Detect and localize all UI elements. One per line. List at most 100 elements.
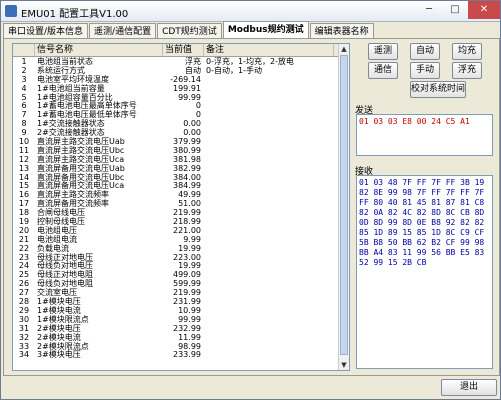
table-row[interactable]: 27 交流室电压 219.99 [13, 288, 349, 297]
equalize-button[interactable]: 均充 [452, 43, 482, 60]
row-index: 18 [18, 208, 30, 218]
row-current-value: 0.00 [183, 119, 201, 129]
window-title: EMU01 配置工具V1.00 [21, 9, 129, 20]
scroll-thumb[interactable] [340, 55, 348, 355]
receive-textbox[interactable]: 01 03 48 7F FF 7F FF 3B 19 82 8E 99 98 7… [356, 175, 493, 369]
row-index: 9 [21, 128, 27, 138]
table-row[interactable]: 6 1#蓄电池电压最高单体序号 0 [13, 101, 349, 111]
table-row[interactable]: 2 系统运行方式 自动 0-自动，1-手动 [13, 66, 349, 75]
row-index: 16 [18, 190, 30, 200]
manual-button[interactable]: 手动 [410, 62, 440, 79]
table-row[interactable]: 18 合闸母线电压 219.99 [13, 208, 349, 217]
row-remark [204, 350, 334, 359]
row-remark [204, 164, 334, 173]
table-row[interactable]: 23 母线正对地电压 223.00 [13, 253, 349, 262]
table-row[interactable]: 10 直流屏主路交流电压Uab 379.99 [13, 137, 349, 146]
row-current-value: 0 [195, 101, 201, 111]
row-index: 10 [18, 137, 30, 146]
row-index: 29 [18, 305, 30, 315]
row-index: 23 [18, 252, 30, 262]
row-index: 2 [21, 65, 27, 75]
row-remark [204, 119, 334, 128]
table-row[interactable]: 20 电池组电压 221.00 [13, 226, 349, 235]
row-current-value: 380.99 [173, 145, 201, 155]
table-row[interactable]: 34 3#模块电压 233.99 [13, 350, 349, 359]
row-index: 5 [21, 92, 27, 102]
table-row[interactable]: 8 1#交流接触器状态 0.00 [13, 119, 349, 128]
close-icon[interactable]: ✕ [468, 1, 500, 19]
row-remark [204, 199, 334, 208]
row-signal-name: 直流屏备用交流电压Uab [37, 163, 125, 173]
row-index: 27 [18, 288, 30, 298]
table-row[interactable]: 31 2#模块电压 232.99 [13, 324, 349, 333]
table-row[interactable]: 32 2#模块电流 11.99 [13, 333, 349, 342]
row-current-value: 381.98 [173, 154, 201, 164]
row-signal-name: 直流屏备用交流电压Ubc [37, 172, 125, 182]
row-current-value: 0.00 [183, 128, 201, 138]
table-row[interactable]: 25 母线正对地电阻 499.09 [13, 270, 349, 279]
table-row[interactable]: 5 1#电池组容量百分比 99.99 [13, 93, 349, 102]
exit-button[interactable]: 退出 [441, 379, 497, 396]
table-row[interactable]: 17 直流屏备用交流频率 51.00 [13, 199, 349, 208]
table-row[interactable]: 29 1#模块电流 10.99 [13, 306, 349, 315]
row-remark [204, 173, 334, 182]
row-remark [204, 306, 334, 315]
table-row[interactable]: 1 电池组当前状态 浮充 0-浮充，1-均充，2-放电 [13, 57, 349, 66]
table-row[interactable]: 28 1#模块电压 231.99 [13, 297, 349, 306]
row-current-value: 233.99 [173, 350, 201, 360]
tab-strip: 串口设置/版本信息 遥测/通信配置 CDT规约测试 Modbus规约测试 编辑表… [3, 21, 375, 40]
row-index: 14 [18, 172, 30, 182]
sync-time-button[interactable]: 校对系统时间 [410, 81, 466, 98]
row-signal-name: 合闸母线电压 [37, 208, 85, 218]
table-row[interactable]: 14 直流屏备用交流电压Ubc 384.00 [13, 173, 349, 182]
row-current-value: 10.99 [178, 305, 201, 315]
row-signal-name: 直流屏备用交流频率 [37, 199, 109, 209]
table-row[interactable]: 11 直流屏主路交流电压Ubc 380.99 [13, 146, 349, 155]
app-window: EMU01 配置工具V1.00 ─ □ ✕ 串口设置/版本信息 遥测/通信配置 … [0, 0, 501, 400]
row-current-value: 11.99 [178, 332, 201, 342]
comm-button[interactable]: 通信 [368, 62, 398, 79]
row-index: 32 [18, 332, 30, 342]
table-row[interactable]: 26 母线负对地电阻 599.99 [13, 279, 349, 288]
row-index: 6 [21, 101, 27, 111]
row-index: 25 [18, 270, 30, 280]
auto-button[interactable]: 自动 [410, 43, 440, 60]
float-charge-button[interactable]: 浮充 [452, 62, 482, 79]
table-row[interactable]: 30 1#模块限流点 99.99 [13, 315, 349, 324]
table-row[interactable]: 16 直流屏主路交流频率 49.99 [13, 190, 349, 199]
maximize-icon[interactable]: □ [442, 1, 468, 19]
row-remark [204, 288, 334, 297]
table-row[interactable]: 22 负载电流 19.99 [13, 244, 349, 253]
row-remark [204, 155, 334, 164]
row-signal-name: 电池组电压 [37, 225, 77, 235]
table-row[interactable]: 7 1#蓄电池电压最低单体序号 0 [13, 110, 349, 119]
table-row[interactable]: 19 控制母线电压 218.99 [13, 217, 349, 226]
row-signal-name: 2#交流接触器状态 [37, 128, 105, 138]
signal-table[interactable]: 信号名称 当前值 备注 1 电池组当前状态 浮充 0-浮充，1-均充，2-放电 2 系统运… [12, 43, 350, 371]
table-scrollbar[interactable]: ▲ ▼ [338, 44, 349, 370]
minimize-icon[interactable]: ─ [416, 1, 442, 19]
table-row[interactable]: 3 电池室平均环境温度 -269.14 [13, 75, 349, 84]
row-current-value: 51.00 [178, 199, 201, 209]
table-row[interactable]: 33 2#模块限流点 98.99 [13, 342, 349, 351]
row-current-value: 499.09 [173, 270, 201, 280]
row-signal-name: 2#模块电流 [37, 332, 81, 342]
row-index: 15 [18, 181, 30, 191]
row-signal-name: 控制母线电压 [37, 217, 85, 226]
scroll-up-icon[interactable]: ▲ [339, 44, 349, 54]
row-signal-name: 母线负对地电阻 [37, 279, 93, 289]
table-row[interactable]: 13 直流屏备用交流电压Uab 382.99 [13, 164, 349, 173]
table-row[interactable]: 4 1#电池组当前容量 199.91 [13, 84, 349, 93]
row-index: 30 [18, 314, 30, 324]
scroll-down-icon[interactable]: ▼ [339, 360, 349, 370]
row-signal-name: 直流屏主路交流电压Uab [37, 137, 125, 146]
table-row[interactable]: 9 2#交流接触器状态 0.00 [13, 128, 349, 137]
row-current-value: 19.99 [178, 261, 201, 271]
send-textbox[interactable]: 01 03 03 E8 00 24 C5 A1 [356, 114, 493, 156]
table-row[interactable]: 15 直流屏备用交流电压Uca 384.99 [13, 181, 349, 191]
table-row[interactable]: 24 母线负对地电压 19.99 [13, 261, 349, 271]
telemetry-button[interactable]: 遥测 [368, 43, 398, 60]
row-remark [204, 261, 334, 270]
table-row[interactable]: 12 直流屏主路交流电压Uca 381.98 [13, 155, 349, 164]
table-row[interactable]: 21 电池组电流 9.99 [13, 235, 349, 244]
